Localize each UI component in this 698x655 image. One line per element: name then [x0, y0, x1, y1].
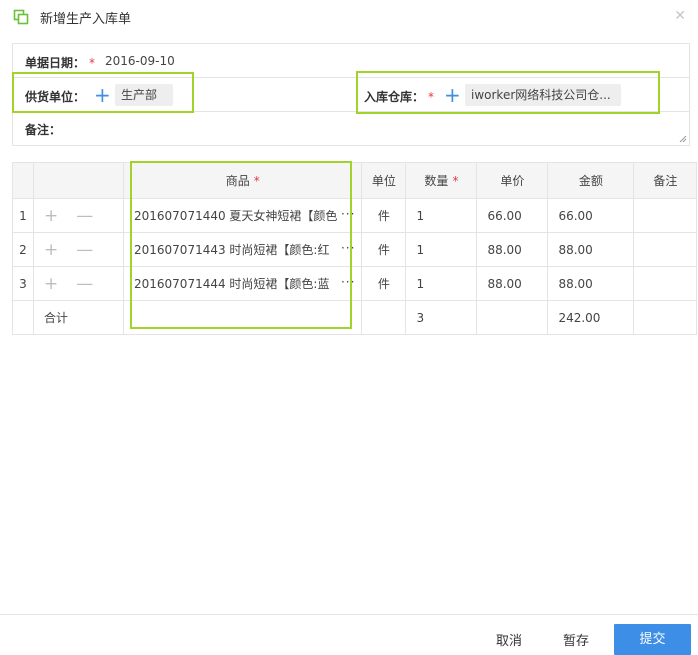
more-icon[interactable]: ··· — [341, 207, 355, 221]
col-header-quantity: 数量 * — [405, 162, 478, 199]
row-index: 3 — [12, 266, 34, 301]
col-header-remark: 备注 — [633, 162, 698, 199]
remark-label: 备注： — [25, 123, 62, 137]
goods-name: 201607071443 时尚短裙【颜色:红 — [134, 243, 330, 257]
price-cell[interactable]: 66.00 — [476, 198, 549, 233]
goods-cell[interactable]: 201607071440 夏天女神短裙【颜色 ··· — [122, 198, 363, 233]
amount-cell: 88.00 — [547, 232, 635, 267]
required-mark: * — [452, 174, 459, 188]
table-row: 3 + — 201607071444 时尚短裙【颜色:蓝 ··· 件 1 88.00… — [12, 266, 698, 301]
col-header-price: 单价 — [476, 162, 549, 199]
required-mark: * — [89, 56, 96, 70]
date-label: 单据日期： * — [25, 56, 96, 70]
total-label: 合计 — [33, 300, 124, 335]
close-icon[interactable]: ✕ — [674, 8, 686, 24]
remark-cell[interactable] — [633, 232, 698, 267]
total-amount: 242.00 — [547, 300, 635, 335]
price-cell[interactable]: 88.00 — [476, 232, 549, 267]
row-ops: + — — [33, 232, 124, 267]
form-row-date: 单据日期： * 2016-09-10 — [13, 44, 689, 78]
remove-row-icon[interactable]: — — [76, 274, 93, 294]
row-ops: + — — [33, 198, 124, 233]
quantity-cell[interactable]: 1 — [405, 198, 478, 233]
unit-cell: 件 — [361, 232, 407, 267]
add-supplier-plus-icon[interactable]: + — [94, 85, 111, 105]
dialog-title: 新增生产入库单 — [40, 12, 132, 27]
dialog-titlebar: 新增生产入库单 ✕ — [0, 0, 698, 36]
total-quantity: 3 — [405, 300, 478, 335]
goods-table: 商品 * 单位 数量 * 单价 金额 备注 1 + — 201607071440 夏天… — [12, 162, 698, 335]
cancel-button[interactable]: 取消 — [496, 630, 522, 649]
price-cell[interactable]: 88.00 — [476, 266, 549, 301]
col-header-ops — [33, 162, 124, 199]
total-goods-cell — [122, 300, 363, 335]
amount-cell: 66.00 — [547, 198, 635, 233]
col-header-unit: 单位 — [361, 162, 407, 199]
total-row: 合计 3 242.00 — [12, 300, 698, 335]
total-index-cell — [12, 300, 34, 335]
dialog-footer: 取消 暂存 提交 — [0, 614, 698, 655]
row-index: 2 — [12, 232, 34, 267]
save-draft-button[interactable]: 暂存 — [563, 630, 589, 649]
amount-cell: 88.00 — [547, 266, 635, 301]
warehouse-field[interactable]: iworker网络科技公司仓... — [465, 84, 621, 106]
more-icon[interactable]: ··· — [341, 275, 355, 289]
form-row-remark: 备注： — [13, 112, 689, 145]
unit-cell: 件 — [361, 266, 407, 301]
supplier-label: 供货单位： — [25, 90, 86, 104]
goods-name: 201607071440 夏天女神短裙【颜色 — [134, 209, 338, 223]
row-ops: + — — [33, 266, 124, 301]
total-remark-cell — [633, 300, 698, 335]
more-icon[interactable]: ··· — [341, 241, 355, 255]
total-unit-cell — [361, 300, 407, 335]
table-header-row: 商品 * 单位 数量 * 单价 金额 备注 — [12, 162, 698, 199]
quantity-cell[interactable]: 1 — [405, 232, 478, 267]
col-header-goods: 商品 * — [122, 162, 363, 199]
remark-cell[interactable] — [633, 266, 698, 301]
date-field[interactable]: 2016-09-10 — [105, 54, 175, 68]
form-divider — [356, 78, 357, 112]
col-header-index — [12, 162, 34, 199]
required-mark: * — [253, 174, 260, 188]
goods-cell[interactable]: 201607071443 时尚短裙【颜色:红 ··· — [122, 232, 363, 267]
table-row: 2 + — 201607071443 时尚短裙【颜色:红 ··· 件 1 88.00… — [12, 232, 698, 267]
order-form: 单据日期： * 2016-09-10 供货单位： + 生产部 入库仓库： * + i… — [12, 43, 690, 146]
remove-row-icon[interactable]: — — [76, 206, 93, 226]
add-row-icon[interactable]: + — [44, 274, 58, 294]
goods-cell[interactable]: 201607071444 时尚短裙【颜色:蓝 ··· — [122, 266, 363, 301]
copy-document-icon — [13, 9, 29, 25]
quantity-cell[interactable]: 1 — [405, 266, 478, 301]
total-price-cell — [476, 300, 549, 335]
add-warehouse-plus-icon[interactable]: + — [444, 85, 461, 105]
resize-grip-icon[interactable] — [679, 135, 687, 143]
goods-name: 201607071444 时尚短裙【颜色:蓝 — [134, 277, 330, 291]
remark-cell[interactable] — [633, 198, 698, 233]
add-row-icon[interactable]: + — [44, 240, 58, 260]
supplier-field[interactable]: 生产部 — [115, 84, 173, 106]
unit-cell: 件 — [361, 198, 407, 233]
row-index: 1 — [12, 198, 34, 233]
required-mark: * — [428, 90, 435, 104]
form-row-supplier-warehouse: 供货单位： + 生产部 入库仓库： * + iworker网络科技公司仓... — [13, 78, 689, 112]
submit-button[interactable]: 提交 — [614, 624, 691, 655]
col-header-amount: 金额 — [547, 162, 635, 199]
table-row: 1 + — 201607071440 夏天女神短裙【颜色 ··· 件 1 66.00… — [12, 198, 698, 233]
warehouse-label: 入库仓库： * — [364, 90, 435, 104]
add-row-icon[interactable]: + — [44, 206, 58, 226]
remove-row-icon[interactable]: — — [76, 240, 93, 260]
